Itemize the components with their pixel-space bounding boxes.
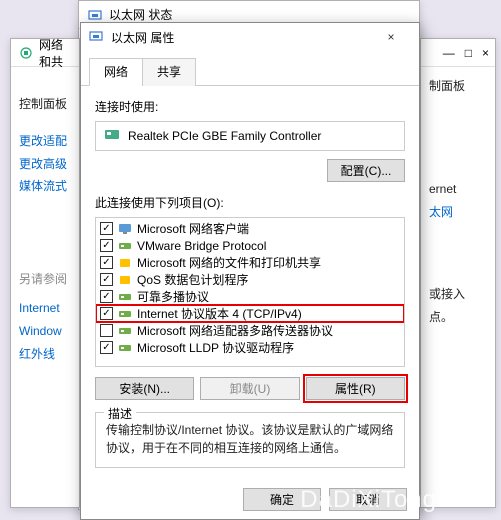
list-item-label: QoS 数据包计划程序 xyxy=(137,271,248,288)
checkbox-icon[interactable] xyxy=(100,256,113,269)
checkbox-icon[interactable] xyxy=(100,341,113,354)
uninstall-button: 卸载(U) xyxy=(200,377,299,400)
nav-item[interactable]: 更改适配 xyxy=(19,130,71,153)
configure-button[interactable]: 配置(C)... xyxy=(327,159,405,182)
list-item-label: Internet 协议版本 4 (TCP/IPv4) xyxy=(137,305,302,322)
bg-window-status-title: 以太网 状态 xyxy=(109,6,172,23)
network-center-icon xyxy=(19,45,33,61)
see-also-label: 另请参阅 xyxy=(19,268,71,291)
cancel-button[interactable]: 取消 xyxy=(329,488,407,511)
bg3-text: 制面板 xyxy=(429,75,487,98)
list-item-label: Microsoft 网络适配器多路传送器协议 xyxy=(137,322,333,339)
max-icon[interactable]: □ xyxy=(465,46,472,60)
nav-item[interactable]: 媒体流式 xyxy=(19,175,71,198)
proto-icon xyxy=(117,239,133,253)
checkbox-icon[interactable] xyxy=(100,324,113,337)
proto-icon xyxy=(117,341,133,355)
description-text: 传输控制协议/Internet 协议。该协议是默认的广域网络协议，用于在不同的相… xyxy=(106,421,394,457)
properties-button[interactable]: 属性(R) xyxy=(306,377,405,400)
list-item[interactable]: Microsoft 网络客户端 xyxy=(96,220,404,237)
checkbox-icon[interactable] xyxy=(100,222,113,235)
bg3-line3: 或接入点。 xyxy=(429,283,487,329)
tab-network[interactable]: 网络 xyxy=(89,58,143,86)
bg3-line1: ernet xyxy=(429,178,487,201)
checkbox-icon[interactable] xyxy=(100,273,113,286)
bg-window-nav-title: 网络和共 xyxy=(39,36,71,70)
dialog-titlebar[interactable]: 以太网 属性 × xyxy=(81,23,419,51)
tab-sharing[interactable]: 共享 xyxy=(142,58,196,86)
proto-icon xyxy=(117,290,133,304)
bg-window-right: — □ × 制面板 ernet 太网 或接入点。 xyxy=(420,38,496,508)
proto-icon xyxy=(117,307,133,321)
list-item-label: Microsoft 网络客户端 xyxy=(137,220,249,237)
tab-strip: 网络 共享 xyxy=(81,53,419,86)
close-icon[interactable]: × xyxy=(482,46,489,60)
list-item-label: 可靠多播协议 xyxy=(137,288,209,305)
ethernet-properties-dialog: 以太网 属性 × 网络 共享 连接时使用: Realtek PCIe GBE F… xyxy=(80,22,420,520)
description-group: 描述 传输控制协议/Internet 协议。该协议是默认的广域网络协议，用于在不… xyxy=(95,412,405,468)
list-item-label: Microsoft 网络的文件和打印机共享 xyxy=(137,254,321,271)
close-button[interactable]: × xyxy=(371,25,411,49)
description-title: 描述 xyxy=(104,405,136,422)
bg3-line2[interactable]: 太网 xyxy=(429,201,487,224)
list-item[interactable]: QoS 数据包计划程序 xyxy=(96,271,404,288)
nic-icon xyxy=(104,128,120,144)
list-item[interactable]: VMware Bridge Protocol xyxy=(96,237,404,254)
client-icon xyxy=(117,222,133,236)
ok-button[interactable]: 确定 xyxy=(243,488,321,511)
list-item[interactable]: Internet 协议版本 4 (TCP/IPv4) xyxy=(96,305,404,322)
adapter-name: Realtek PCIe GBE Family Controller xyxy=(128,129,321,143)
service-icon xyxy=(117,273,133,287)
list-item-label: VMware Bridge Protocol xyxy=(137,239,266,253)
connect-using-label: 连接时使用: xyxy=(95,98,405,115)
dialog-title: 以太网 属性 xyxy=(111,29,371,46)
list-item-label: Microsoft LLDP 协议驱动程序 xyxy=(137,339,294,356)
checkbox-icon[interactable] xyxy=(100,290,113,303)
install-button[interactable]: 安装(N)... xyxy=(95,377,194,400)
adapter-box: Realtek PCIe GBE Family Controller xyxy=(95,121,405,151)
list-item[interactable]: 可靠多播协议 xyxy=(96,288,404,305)
checkbox-icon[interactable] xyxy=(100,307,113,320)
items-label: 此连接使用下列项目(O): xyxy=(95,194,405,211)
nav-item[interactable]: 控制面板 xyxy=(19,93,71,116)
checkbox-icon[interactable] xyxy=(100,239,113,252)
list-item[interactable]: Microsoft 网络的文件和打印机共享 xyxy=(96,254,404,271)
nav-link[interactable]: Internet xyxy=(19,297,71,320)
nav-item[interactable]: 更改高级 xyxy=(19,153,71,176)
bg-window-nav: 网络和共 控制面板 更改适配 更改高级 媒体流式 另请参阅 Internet W… xyxy=(10,38,80,508)
list-item[interactable]: Microsoft 网络适配器多路传送器协议 xyxy=(96,322,404,339)
connection-items-list[interactable]: Microsoft 网络客户端VMware Bridge ProtocolMic… xyxy=(95,217,405,367)
ethernet-icon xyxy=(87,7,103,23)
proto-icon xyxy=(117,324,133,338)
nav-link[interactable]: Window xyxy=(19,320,71,343)
nav-link[interactable]: 红外线 xyxy=(19,343,71,366)
ethernet-icon xyxy=(89,29,105,45)
service-icon xyxy=(117,256,133,270)
min-icon[interactable]: — xyxy=(443,46,455,60)
list-item[interactable]: Microsoft LLDP 协议驱动程序 xyxy=(96,339,404,356)
